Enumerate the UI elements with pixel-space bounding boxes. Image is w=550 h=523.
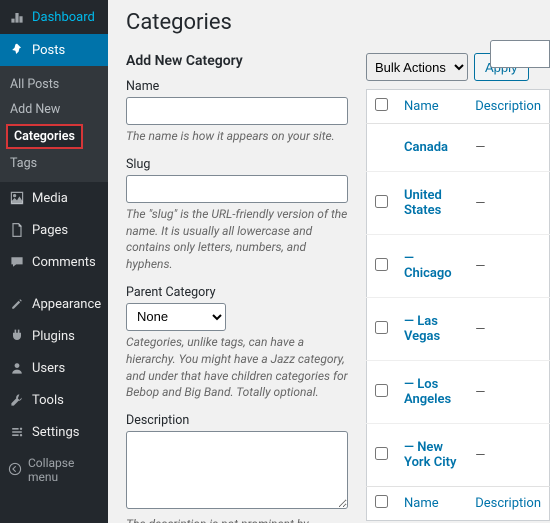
name-input[interactable] — [126, 97, 348, 125]
category-description: — — [467, 235, 549, 298]
nav-label: Settings — [32, 425, 79, 440]
media-icon — [8, 189, 26, 207]
admin-sidebar: Dashboard Posts All Posts Add New Catego… — [0, 0, 108, 523]
parent-select[interactable]: None — [126, 303, 226, 331]
table-row: — New York City — — [367, 424, 550, 487]
tools-icon — [8, 391, 26, 409]
add-category-form: Add New Category Name The name is how it… — [126, 53, 348, 523]
col-desc-header[interactable]: Description — [467, 90, 549, 124]
table-row: — Los Angeles — — [367, 361, 550, 424]
nav-appearance[interactable]: Appearance — [0, 288, 108, 320]
search-input[interactable] — [490, 40, 550, 68]
pages-icon — [8, 221, 26, 239]
collapse-icon — [8, 462, 22, 479]
nav-settings[interactable]: Settings — [0, 416, 108, 448]
nav-pages[interactable]: Pages — [0, 214, 108, 246]
name-help: The name is how it appears on your site. — [126, 128, 348, 145]
sub-add-new[interactable]: Add New — [0, 97, 108, 122]
sub-tags[interactable]: Tags — [0, 151, 108, 176]
category-description: — — [467, 361, 549, 424]
col-name-header[interactable]: Name — [396, 90, 467, 124]
nav-label: Posts — [32, 43, 65, 58]
nav-plugins[interactable]: Plugins — [0, 320, 108, 352]
nav-media[interactable]: Media — [0, 182, 108, 214]
category-link[interactable]: — Los Angeles — [404, 377, 451, 407]
categories-list-panel: Bulk Actions Apply Name Description Cana… — [366, 53, 550, 523]
nav-comments[interactable]: Comments — [0, 246, 108, 278]
category-link[interactable]: — Chicago — [404, 251, 452, 281]
nav-posts[interactable]: Posts — [0, 34, 108, 66]
category-link[interactable]: United States — [404, 188, 442, 218]
nav-label: Comments — [32, 255, 96, 270]
nav-label: Appearance — [32, 297, 101, 312]
plugins-icon — [8, 327, 26, 345]
search-wrap — [490, 40, 550, 68]
slug-label: Slug — [126, 157, 348, 172]
pin-icon — [8, 41, 26, 59]
category-link[interactable]: — New York City — [404, 440, 456, 470]
settings-icon — [8, 423, 26, 441]
collapse-label: Collapse menu — [28, 456, 100, 484]
row-checkbox[interactable] — [375, 447, 388, 460]
nav-label: Users — [32, 361, 65, 376]
description-textarea[interactable] — [126, 431, 348, 509]
row-checkbox[interactable] — [375, 384, 388, 397]
category-description: — — [467, 172, 549, 235]
form-heading: Add New Category — [126, 53, 348, 69]
category-description: — — [467, 424, 549, 487]
slug-help: The "slug" is the URL-friendly version o… — [126, 206, 348, 273]
appearance-icon — [8, 295, 26, 313]
table-row: Canada — — [367, 124, 550, 172]
parent-label: Parent Category — [126, 285, 348, 300]
sub-all-posts[interactable]: All Posts — [0, 72, 108, 97]
slug-input[interactable] — [126, 175, 348, 203]
category-description: — — [467, 298, 549, 361]
users-icon — [8, 359, 26, 377]
table-row: — Chicago — — [367, 235, 550, 298]
collapse-menu[interactable]: Collapse menu — [0, 448, 108, 492]
table-row: United States — — [367, 172, 550, 235]
category-description: — — [467, 124, 549, 172]
nav-dashboard[interactable]: Dashboard — [0, 0, 108, 34]
description-label: Description — [126, 413, 348, 428]
nav-users[interactable]: Users — [0, 352, 108, 384]
posts-submenu: All Posts Add New Categories Tags — [0, 66, 108, 182]
dashboard-icon — [8, 8, 26, 26]
name-label: Name — [126, 79, 348, 94]
nav-label: Media — [32, 191, 68, 206]
select-all-bottom[interactable] — [375, 495, 388, 508]
nav-label: Dashboard — [32, 10, 95, 25]
row-checkbox[interactable] — [375, 195, 388, 208]
nav-label: Plugins — [32, 329, 75, 344]
select-all-top[interactable] — [375, 98, 388, 111]
main-content: Categories Add New Category Name The nam… — [108, 0, 550, 523]
parent-help: Categories, unlike tags, can have a hier… — [126, 334, 348, 401]
nav-label: Pages — [32, 223, 68, 238]
comments-icon — [8, 253, 26, 271]
nav-label: Tools — [32, 393, 64, 408]
categories-table: Name Description Canada—United States—— … — [366, 89, 550, 521]
col-desc-footer[interactable]: Description — [467, 487, 549, 521]
sub-categories[interactable]: Categories — [6, 124, 83, 149]
row-checkbox[interactable] — [375, 321, 388, 334]
table-row: — Las Vegas — — [367, 298, 550, 361]
bulk-actions-select-top[interactable]: Bulk Actions — [366, 53, 468, 81]
category-link[interactable]: Canada — [404, 140, 448, 155]
nav-tools[interactable]: Tools — [0, 384, 108, 416]
description-help: The description is not prominent by defa… — [126, 516, 348, 523]
category-link[interactable]: — Las Vegas — [404, 314, 440, 344]
page-title: Categories — [126, 10, 550, 35]
col-name-footer[interactable]: Name — [396, 487, 467, 521]
row-checkbox[interactable] — [375, 258, 388, 271]
